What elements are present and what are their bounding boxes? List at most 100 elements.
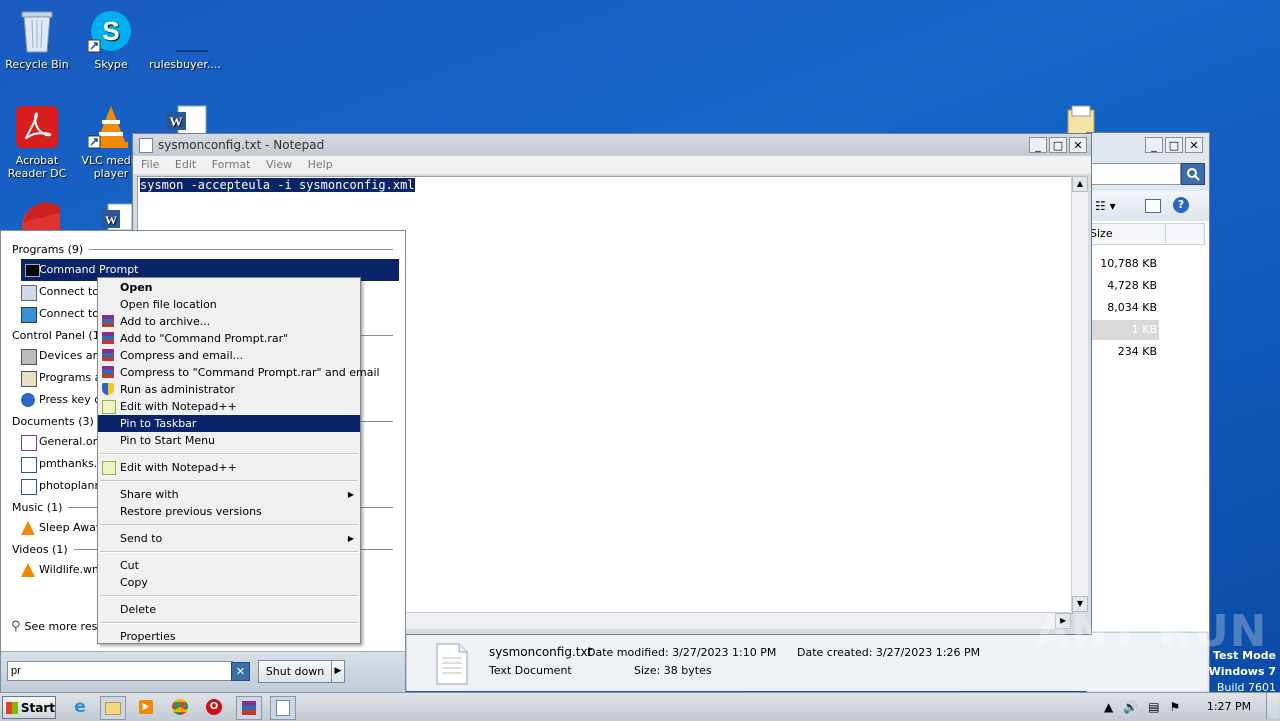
minimize-button[interactable]: _ <box>1029 137 1047 153</box>
details-size: Size: 38 bytes <box>634 664 712 677</box>
notepad-title-bar[interactable]: sysmonconfig.txt - Notepad _ □ ✕ <box>133 134 1091 156</box>
clear-search-icon[interactable]: ✕ <box>231 662 250 681</box>
shutdown-button[interactable]: Shut down <box>258 660 332 683</box>
winrar-icon <box>102 366 114 378</box>
word-document-icon <box>21 457 37 473</box>
show-hidden-icons-icon[interactable]: ▲ <box>1104 700 1113 714</box>
menu-help[interactable]: Help <box>308 158 333 171</box>
ctx-separator <box>100 480 358 482</box>
windows-logo-icon <box>6 701 18 714</box>
menu-format[interactable]: Format <box>212 158 251 171</box>
preview-pane-icon[interactable] <box>1145 199 1161 213</box>
chrome-icon[interactable] <box>168 696 192 718</box>
text-document-icon <box>435 643 469 685</box>
ctx-open-file-location[interactable]: Open file location <box>98 296 360 313</box>
maximize-button[interactable]: □ <box>1165 137 1183 153</box>
ctx-label: Delete <box>120 603 157 616</box>
vertical-scrollbar[interactable]: ▲ ▼ <box>1071 176 1088 612</box>
close-button[interactable]: ✕ <box>1069 137 1087 153</box>
ctx-pin-to-taskbar[interactable]: Pin to Taskbar <box>98 415 360 432</box>
submenu-arrow-icon: ▶ <box>347 490 354 499</box>
ctx-edit-with-notepadpp-2[interactable]: Edit with Notepad++ <box>98 459 360 476</box>
see-more-label: See more resu <box>24 620 105 633</box>
ctx-label: Pin to Taskbar <box>120 417 197 430</box>
desktop-icon-rulesbuyer[interactable]: rulesbuyer.... <box>148 8 222 71</box>
result-label: Press key c <box>39 393 101 406</box>
start-button[interactable]: Start <box>2 696 56 719</box>
explorer-search-box[interactable] <box>1091 163 1181 185</box>
connect-icon <box>21 285 37 301</box>
ctx-share-with[interactable]: Share with ▶ <box>98 486 360 503</box>
vlc-icon <box>21 563 35 577</box>
notepadpp-icon <box>102 461 116 475</box>
ctx-open[interactable]: Open <box>98 279 360 296</box>
notepad-selected-text: sysmon -accepteula -i sysmonconfig.xml <box>140 178 415 192</box>
context-menu: Open Open file location Add to archive..… <box>97 277 380 645</box>
notepad-icon[interactable] <box>270 696 296 720</box>
ctx-add-to-archive[interactable]: Add to archive... <box>98 313 360 330</box>
column-header-size[interactable]: Size <box>1087 223 1167 245</box>
ctx-send-to[interactable]: Send to ▶ <box>98 530 360 547</box>
action-center-flag-icon[interactable]: ⚑ <box>1170 700 1181 714</box>
menu-edit[interactable]: Edit <box>175 158 196 171</box>
column-header-extra[interactable] <box>1165 223 1205 245</box>
details-file-type: Text Document <box>489 664 572 677</box>
ctx-label: Restore previous versions <box>120 505 262 518</box>
winrar-icon <box>102 315 114 327</box>
ctx-pin-to-start-menu[interactable]: Pin to Start Menu <box>98 432 360 449</box>
ctx-run-as-administrator[interactable]: Run as administrator <box>98 381 360 398</box>
maximize-button[interactable]: □ <box>1049 137 1067 153</box>
minimize-button[interactable]: _ <box>1145 137 1163 153</box>
winrar-icon[interactable] <box>236 696 262 720</box>
view-options-icon[interactable]: ☷ ▾ <box>1095 199 1116 213</box>
skype-icon: S <box>87 8 134 54</box>
windows-explorer-icon[interactable] <box>100 696 126 720</box>
opera-icon[interactable]: O <box>202 696 226 718</box>
ctx-cut[interactable]: Cut <box>98 557 360 574</box>
command-prompt-icon <box>25 264 40 277</box>
ctx-delete[interactable]: Delete <box>98 601 360 618</box>
result-label: Sleep Away <box>39 521 103 534</box>
desktop-icon-acrobat[interactable]: Acrobat Reader DC <box>0 104 74 180</box>
desktop-icon-recycle-bin[interactable]: Recycle Bin <box>0 8 74 71</box>
notepad-menu-bar: File Edit Format View Help <box>133 156 1091 174</box>
start-search-input[interactable] <box>7 661 233 681</box>
result-label: photoplann <box>39 479 102 492</box>
taskbar-clock[interactable]: 1:27 PM <box>1206 700 1252 713</box>
ctx-restore-previous-versions[interactable]: Restore previous versions <box>98 503 360 520</box>
ctx-add-to-rar[interactable]: Add to "Command Prompt.rar" <box>98 330 360 347</box>
ease-of-access-icon <box>21 393 35 407</box>
ctx-separator <box>100 551 358 553</box>
help-icon[interactable]: ? <box>1173 197 1189 213</box>
ctx-label: Compress and email... <box>120 349 244 362</box>
result-label: Command Prompt <box>39 263 139 276</box>
internet-explorer-icon[interactable]: e <box>68 696 92 718</box>
ctx-compress-to-rar-and-email[interactable]: Compress to "Command Prompt.rar" and ema… <box>98 364 380 381</box>
ctx-copy[interactable]: Copy <box>98 574 360 591</box>
menu-file[interactable]: File <box>141 158 159 171</box>
see-more-results[interactable]: ⚲ See more resu <box>11 619 104 634</box>
network-icon[interactable]: ▤ <box>1148 700 1159 714</box>
shutdown-options-arrow-icon[interactable]: ▶ <box>331 660 345 683</box>
ctx-edit-with-notepadpp[interactable]: Edit with Notepad++ <box>98 398 360 415</box>
search-icon[interactable] <box>1181 163 1205 185</box>
scroll-up-arrow-icon[interactable]: ▲ <box>1072 176 1088 192</box>
ctx-compress-and-email[interactable]: Compress and email... <box>98 347 360 364</box>
desktop-icon-skype[interactable]: S Skype <box>74 8 148 71</box>
media-player-icon[interactable]: ▶ <box>134 696 158 718</box>
volume-icon[interactable]: 🔊 <box>1123 700 1138 714</box>
menu-view[interactable]: View <box>266 158 292 171</box>
test-mode-label: Test Mode Windows 7 Build 7601 <box>1196 648 1276 696</box>
close-button[interactable]: ✕ <box>1185 137 1203 153</box>
show-desktop-button[interactable] <box>1266 693 1279 719</box>
file-icon <box>162 8 222 54</box>
ctx-label: Pin to Start Menu <box>120 434 216 447</box>
group-header-programs[interactable]: Programs (9) <box>7 239 399 259</box>
winrar-icon <box>102 332 114 344</box>
desktop-icon-chrome[interactable] <box>0 200 74 248</box>
vlc-icon <box>21 521 35 535</box>
ctx-label: Open file location <box>120 298 217 311</box>
group-label: Documents (3) <box>12 414 94 428</box>
ctx-properties[interactable]: Properties <box>98 628 360 645</box>
desktop-icon-label: Recycle Bin <box>5 58 69 71</box>
